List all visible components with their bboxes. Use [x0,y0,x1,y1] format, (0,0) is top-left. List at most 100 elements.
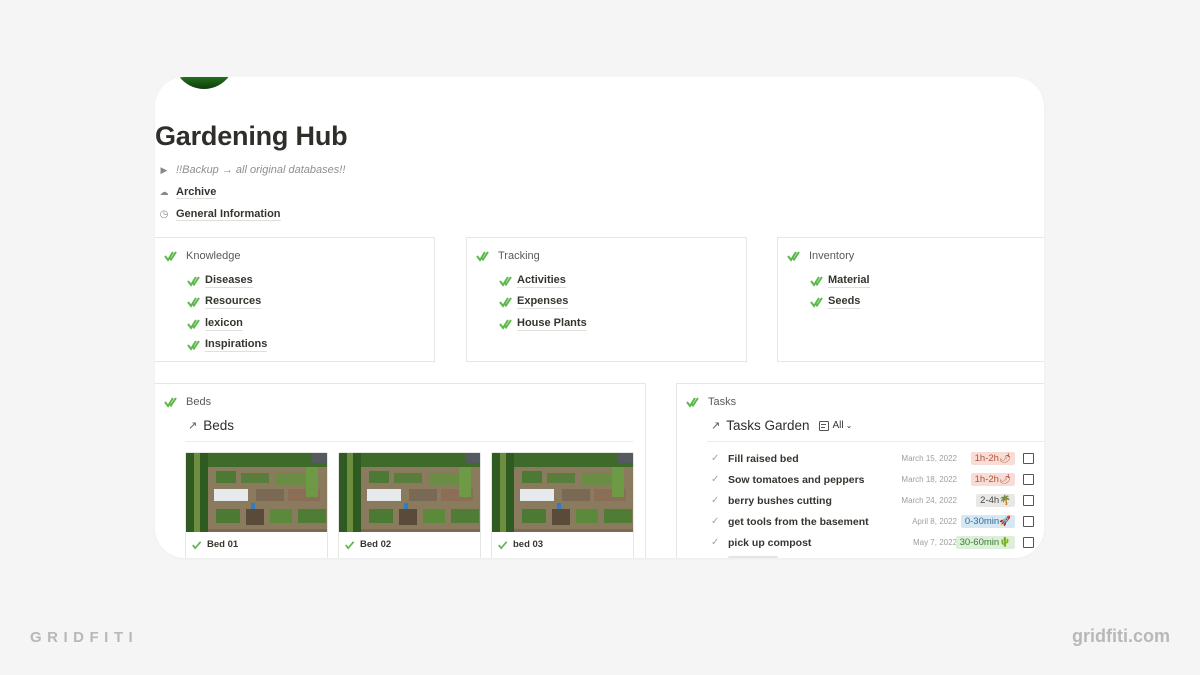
toggle-label: !!Backup → all original databases!! [176,164,346,176]
archive-link[interactable]: ☁ Archive [155,186,217,199]
task-row[interactable]: ✓ Fill raised bed March 15, 2022 1h-2h🌶 [677,448,1037,469]
check-icon [810,275,823,287]
duration-tag: 30-60min🌵 [955,536,1015,549]
check-icon [345,540,356,550]
task-checkbox[interactable] [1023,453,1034,464]
image-detail [500,453,506,532]
image-detail [562,489,590,501]
beds-section: Beds ↗ Beds Bed 01 Bed 02 bed 03 [155,383,646,558]
task-row[interactable]: ✓ berry bushes cutting March 24, 2022 2-4h🌴 [677,490,1037,511]
divider [185,441,633,442]
task-checkbox[interactable] [1023,495,1034,506]
image-detail [298,509,326,523]
link-seeds[interactable]: Seeds [810,292,870,314]
bed-card[interactable]: bed 03 [491,452,634,558]
image-detail [522,509,546,523]
toggle-triangle-icon[interactable]: ▶ [157,165,171,176]
notion-page-card: Gardening Hub ▶ !!Backup → all original … [155,77,1044,558]
bed-card[interactable]: Bed 02 [338,452,481,558]
bed-name: bed 03 [513,539,544,550]
view-selector[interactable]: All ⌄ [818,420,853,431]
image-detail [251,503,255,509]
duration-tag: 0-30min🚀 [960,515,1015,528]
link-diseases[interactable]: Diseases [187,270,267,292]
link-label: Resources [205,295,262,310]
link-label: Inspirations [205,338,268,353]
link-house-plants[interactable]: House Plants [499,313,587,335]
tracking-title: Tracking [498,250,540,262]
backup-toggle[interactable]: ▶ !!Backup → all original databases!! [155,164,346,176]
image-detail [361,529,480,532]
inventory-title: Inventory [809,250,855,262]
bed-card-title: Bed 01 [192,539,238,550]
image-detail [208,529,327,532]
image-detail [423,509,445,523]
tracking-section: Tracking Activities Expenses House Plant… [466,237,747,362]
bed-name: Bed 01 [207,539,239,550]
image-detail [312,453,327,463]
link-lexicon[interactable]: lexicon [187,313,267,335]
task-date: March 18, 2022 [901,475,957,484]
tracking-header: Tracking [476,250,540,262]
image-detail [582,473,612,485]
linked-arrow-icon: ↗ [711,420,721,432]
beds-section-title: Beds [186,396,212,408]
double-check-icon [164,396,178,408]
garden-aerial-image [492,453,633,532]
image-detail [429,473,459,485]
image-detail [399,509,417,525]
link-material[interactable]: Material [810,270,870,292]
image-detail [214,489,248,501]
beds-view-title[interactable]: ↗ Beds [188,418,234,433]
image-detail [256,489,284,501]
general-information-label: General Information [176,208,281,221]
general-information-link[interactable]: ◷ General Information [155,208,281,221]
image-detail [216,471,236,483]
tasks-view-title[interactable]: ↗ Tasks Garden All ⌄ [711,418,852,433]
clock-icon: ◷ [159,209,169,220]
task-checkbox[interactable] [1023,537,1034,548]
link-label: House Plants [517,316,587,331]
view-selector-label: All [832,420,844,431]
image-detail [459,467,471,497]
image-detail [306,467,318,497]
double-check-icon [164,250,178,262]
tasks-view-label: Tasks Garden [726,418,810,433]
link-resources[interactable]: Resources [187,292,267,314]
knowledge-header: Knowledge [164,250,240,262]
garden-aerial-image [339,453,480,532]
image-detail [367,489,401,501]
check-icon: ✓ [711,516,720,527]
link-label: Expenses [517,295,569,310]
check-icon [187,275,200,287]
link-label: Seeds [828,295,861,310]
image-detail [604,509,632,523]
task-checkbox[interactable] [1023,474,1034,485]
beds-view-label: Beds [203,418,234,433]
task-row[interactable]: ✓ pick up compost May 7, 2022 30-60min🌵 [677,532,1037,553]
divider [707,441,1044,442]
image-detail [194,453,200,532]
image-detail [394,473,422,483]
image-detail [576,509,598,523]
link-activities[interactable]: Activities [499,270,587,292]
task-checkbox[interactable] [1023,516,1034,527]
task-row[interactable]: ✓ get tools from the basement April 8, 202… [677,511,1037,532]
task-row-partial [728,556,778,558]
bed-card[interactable]: Bed 01 [185,452,328,558]
linked-arrow-icon: ↗ [188,420,198,432]
check-icon [192,540,203,550]
image-detail [241,473,269,483]
task-row[interactable]: ✓ Sow tomatoes and peppers March 18, 2022 1… [677,469,1037,490]
page-icon-leaf[interactable] [173,77,235,89]
image-detail [557,503,561,509]
tasks-section: Tasks ↗ Tasks Garden All ⌄ ✓ Fill raised … [676,383,1044,558]
image-detail [465,453,480,463]
chevron-down-icon: ⌄ [845,421,853,430]
image-detail [347,453,353,532]
image-detail [618,453,633,463]
link-inspirations[interactable]: Inspirations [187,335,268,357]
link-expenses[interactable]: Expenses [499,292,587,314]
task-name: berry bushes cutting [728,494,832,507]
image-detail [409,489,437,501]
